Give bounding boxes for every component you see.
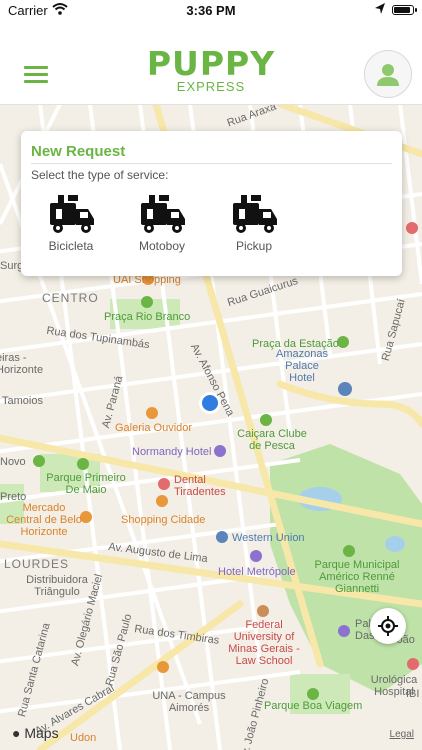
map-label-parque-municipal: Parque Municipal Américo Renné Giannetti — [314, 559, 400, 595]
new-request-card: New Request Select the type of service: … — [21, 131, 402, 276]
map-label-parque-primeiro: Parque Primeiro De Maio — [46, 472, 126, 496]
service-option-pickup[interactable]: Pickup — [219, 193, 289, 253]
map-label-caicara-clube: Caiçara Clube de Pesca — [237, 428, 307, 452]
map-label-normandy-hotel: Normandy Hotel — [132, 446, 212, 458]
map-label-praca-rio-branco: Praça Rio Branco — [104, 311, 191, 323]
map-label-udon: Udon — [70, 732, 97, 744]
map-label-hotel-metropole: Hotel Metrópole — [218, 566, 296, 578]
service-label: Pickup — [235, 239, 273, 253]
map-label-western-union: Western Union — [232, 532, 305, 544]
card-subtitle: Select the type of service: — [31, 168, 169, 182]
user-icon — [377, 64, 399, 86]
brand-title: PUPPY — [146, 44, 276, 83]
map-label-centro: CENTRO — [42, 291, 99, 305]
maps-logo: ● Maps — [12, 725, 59, 741]
brand-logo: PUPPY EXPRESS — [0, 44, 422, 94]
status-time: 3:36 PM — [186, 3, 236, 18]
map-label-tamoios: Tamoios — [2, 395, 43, 407]
service-option-motoboy[interactable]: Motoboy — [127, 193, 197, 253]
brand-subtitle: EXPRESS — [176, 79, 246, 94]
battery-icon — [392, 5, 417, 15]
location-arrow-icon — [374, 2, 386, 19]
service-option-bicicleta[interactable]: Bicicleta — [36, 193, 106, 253]
map-label-dental-tiradentes: Dental Tiradentes — [174, 474, 226, 498]
map-label-amazonas-palace: Amazonas Palace Hotel — [276, 348, 328, 384]
apple-icon: ● — [12, 725, 21, 741]
map-label-eiras-horizonte: eiras - Horizonte — [0, 352, 44, 376]
crosshair-icon — [378, 616, 398, 636]
status-bar: Carrier 3:36 PM — [0, 0, 422, 22]
delivery-truck-icon — [229, 193, 279, 237]
app-header: PUPPY EXPRESS — [0, 22, 422, 105]
locate-me-button[interactable] — [370, 608, 406, 644]
map-label-lourdes: LOURDES — [4, 557, 70, 571]
delivery-truck-icon — [46, 193, 96, 237]
service-label: Motoboy — [138, 239, 186, 253]
map-label-parque-boa-viagem: Parque Boa Viagem — [264, 700, 363, 712]
profile-button[interactable] — [364, 50, 412, 98]
map-label-mercado-central: Mercado Central de Belo Horizonte — [6, 502, 82, 538]
map-label-distribuidora: Distribuidora Triângulo — [26, 574, 88, 598]
map-label-federal-university: Federal University of Minas Gerais - Law… — [228, 619, 300, 667]
map-label-una-campus: UNA - Campus Aimorés — [152, 690, 226, 714]
legal-link[interactable]: Legal — [390, 729, 414, 740]
delivery-truck-icon — [137, 193, 187, 237]
card-divider — [31, 163, 392, 164]
map-label-shopping-cidade: Shopping Cidade — [121, 514, 206, 526]
service-label: Bicicleta — [48, 239, 94, 253]
map-label-ibi: IBI — [406, 688, 420, 700]
card-title: New Request — [31, 143, 126, 160]
map-label-novo: Novo — [0, 456, 26, 468]
maps-logo-label: Maps — [24, 725, 59, 741]
map-label-galeria-ouvidor: Galeria Ouvidor — [115, 422, 193, 434]
